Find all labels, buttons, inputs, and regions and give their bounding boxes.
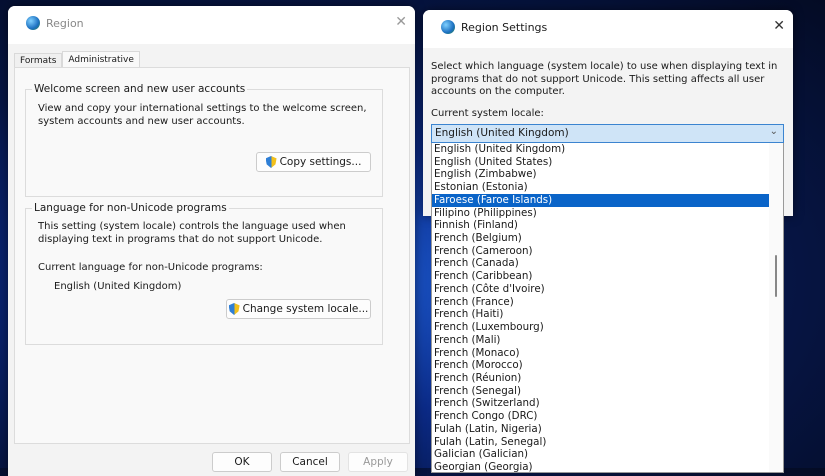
locale-dropdown-list[interactable]: English (United Kingdom) English (United … (431, 143, 784, 473)
tab-administrative[interactable]: Administrative (62, 51, 140, 67)
group-legend: Language for non-Unicode programs (32, 202, 229, 214)
close-icon[interactable]: ✕ (773, 18, 785, 34)
locale-option[interactable]: French (Monaco) (432, 347, 770, 360)
title-bar: Region Settings ✕ (423, 10, 793, 48)
shield-icon (228, 303, 240, 315)
locale-option[interactable]: French (Côte d'Ivoire) (432, 283, 770, 296)
globe-icon (441, 20, 455, 34)
locale-option[interactable]: Galician (Galician) (432, 448, 770, 461)
locale-option[interactable]: French (Cameroon) (432, 245, 770, 258)
locale-option[interactable]: French (Switzerland) (432, 397, 770, 410)
locale-description: Select which language (system locale) to… (431, 61, 778, 97)
locale-option[interactable]: English (Zimbabwe) (432, 168, 770, 181)
current-language-label: Current language for non-Unicode program… (38, 262, 263, 273)
globe-icon (26, 16, 40, 30)
change-system-locale-button[interactable]: Change system locale... (226, 299, 371, 319)
locale-option[interactable]: Georgian (Georgia) (432, 461, 770, 474)
locale-option[interactable]: French Congo (DRC) (432, 410, 770, 423)
tab-formats[interactable]: Formats (14, 53, 63, 67)
locale-option[interactable]: French (Caribbean) (432, 270, 770, 283)
group-description: This setting (system locale) controls th… (38, 221, 346, 245)
locale-label: Current system locale: (431, 108, 544, 119)
copy-settings-button[interactable]: Copy settings... (256, 152, 371, 172)
locale-option[interactable]: French (Luxembourg) (432, 321, 770, 334)
locale-option[interactable]: French (Senegal) (432, 385, 770, 398)
button-label: Change system locale... (242, 303, 369, 315)
close-icon[interactable]: ✕ (395, 14, 407, 30)
shield-icon (265, 156, 277, 168)
locale-option[interactable]: French (Belgium) (432, 232, 770, 245)
group-description: View and copy your international setting… (38, 103, 367, 127)
window-title: Region Settings (461, 21, 548, 34)
group-legend: Welcome screen and new user accounts (32, 83, 248, 95)
region-window: Region ✕ Formats Administrative Welcome … (8, 6, 415, 476)
locale-option[interactable]: Fulah (Latin, Senegal) (432, 436, 770, 449)
locale-option[interactable]: French (France) (432, 296, 770, 309)
current-language-value: English (United Kingdom) (54, 281, 182, 292)
locale-option[interactable]: Finnish (Finland) (432, 219, 770, 232)
locale-option[interactable]: French (Haiti) (432, 308, 770, 321)
locale-option[interactable]: Estonian (Estonia) (432, 181, 770, 194)
scrollbar-thumb[interactable] (775, 255, 777, 297)
locale-option[interactable]: Fulah (Latin, Nigeria) (432, 423, 770, 436)
locale-option[interactable]: French (Morocco) (432, 359, 770, 372)
tab-panel: Welcome screen and new user accounts Vie… (14, 67, 410, 444)
locale-option[interactable]: Faroese (Faroe Islands) (432, 193, 770, 207)
title-bar: Region ✕ (8, 6, 415, 44)
selected-value: English (United Kingdom) (435, 127, 569, 139)
apply-button[interactable]: Apply (348, 452, 408, 472)
locale-option[interactable]: French (Mali) (432, 334, 770, 347)
window-title: Region (46, 17, 84, 30)
cancel-button[interactable]: Cancel (280, 452, 340, 472)
locale-option[interactable]: French (Réunion) (432, 372, 770, 385)
locale-option[interactable]: Filipino (Philippines) (432, 207, 770, 220)
chevron-down-icon: ⌄ (769, 126, 778, 137)
locale-option[interactable]: English (United Kingdom) (432, 143, 770, 156)
welcome-group: Welcome screen and new user accounts Vie… (25, 83, 383, 197)
unicode-group: Language for non-Unicode programs This s… (25, 202, 383, 345)
scrollbar[interactable] (769, 143, 783, 472)
ok-button[interactable]: OK (212, 452, 272, 472)
locale-option[interactable]: French (Canada) (432, 257, 770, 270)
locale-option[interactable]: English (United States) (432, 156, 770, 169)
system-locale-select[interactable]: English (United Kingdom) ⌄ (431, 124, 784, 143)
button-label: Copy settings... (279, 156, 362, 168)
